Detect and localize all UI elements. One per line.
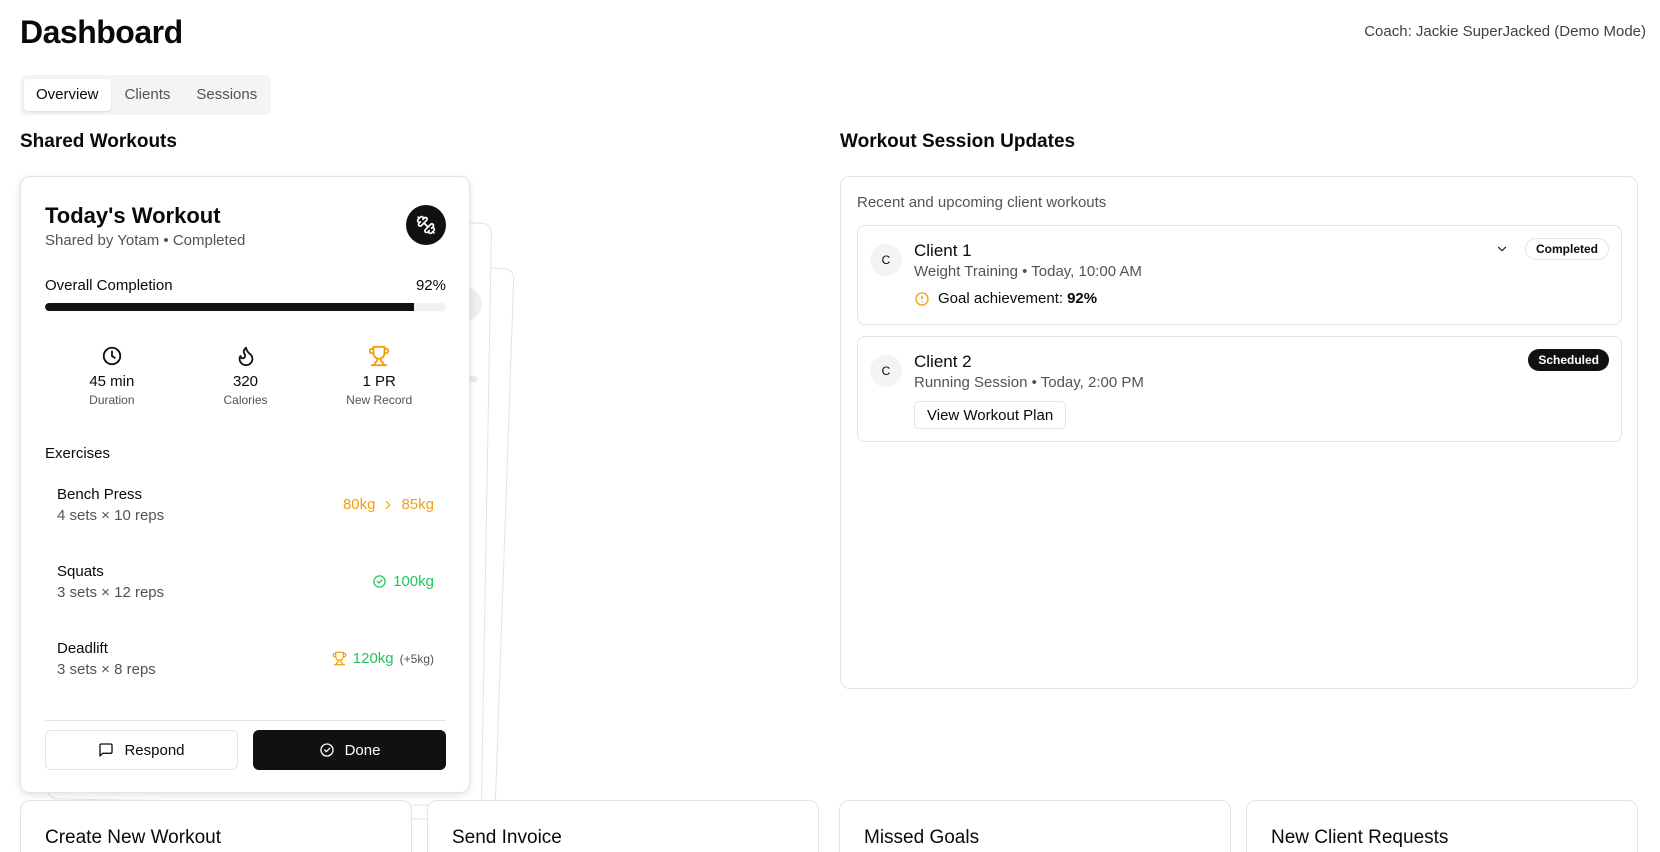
stat-duration-value: 45 min: [89, 373, 135, 390]
check-circle-icon: [319, 743, 334, 757]
workout-subtitle: Shared by Yotam • Completed: [45, 232, 246, 249]
message-square-icon: [99, 743, 114, 757]
missed-goals-label: Missed Goals: [864, 827, 980, 848]
exercise-row[interactable]: Deadlift 3 sets × 8 reps 120kg (+5kg): [45, 636, 446, 692]
stat-duration: 45 min Duration: [45, 345, 179, 407]
exercise-progress: 100kg: [372, 573, 434, 590]
avatar: C: [870, 244, 902, 276]
stat-record-label: New Record: [346, 393, 413, 407]
check-circle-icon: [373, 575, 386, 588]
chevron-down-icon[interactable]: [1493, 240, 1511, 258]
stat-calories-label: Calories: [223, 393, 268, 407]
new-client-requests-card[interactable]: New Client Requests: [1246, 800, 1638, 852]
avatar: C: [870, 355, 902, 387]
goal-achievement: Goal achievement: 92%: [914, 290, 1097, 307]
exercise-progress: 120kg (+5kg): [332, 650, 434, 667]
client-name: Client 2: [914, 352, 972, 371]
workout-card: Today's Workout Shared by Yotam • Comple…: [20, 176, 470, 793]
send-invoice-label: Send Invoice: [452, 827, 562, 848]
create-workout-label: Create New Workout: [45, 827, 221, 848]
shared-workouts-title: Shared Workouts: [20, 131, 177, 152]
exercise-name: Deadlift: [57, 640, 108, 657]
create-workout-card[interactable]: Create New Workout: [20, 800, 412, 852]
chevron-right-icon: [386, 500, 391, 509]
clock-icon: [102, 346, 121, 366]
exercise-progress: 80kg 85kg: [343, 496, 434, 513]
exercises-label: Exercises: [45, 445, 111, 462]
client-name: Client 1: [914, 241, 972, 260]
goal-value: 92%: [1067, 290, 1098, 307]
goal-label: Goal achievement:: [938, 290, 1064, 307]
workout-stats: 45 min Duration 320 Calories 1 PR New Re…: [45, 345, 446, 407]
stat-calories: 320 Calories: [179, 345, 313, 407]
exercise-name: Bench Press: [57, 486, 143, 503]
done-button-label: Done: [344, 741, 381, 759]
session-updates-title: Workout Session Updates: [840, 131, 1076, 152]
completion-label: Overall Completion: [45, 277, 173, 294]
exercise-name: Squats: [57, 563, 104, 580]
tab-bar: Overview Clients Sessions: [20, 75, 271, 115]
stat-record-value: 1 PR: [362, 373, 396, 390]
exercise-to-weight: 85kg: [401, 496, 434, 513]
exercise-weight: 120kg: [352, 650, 394, 667]
session-detail: Weight Training • Today, 10:00 AM: [914, 263, 1142, 280]
exercise-detail: 3 sets × 8 reps: [57, 661, 156, 678]
send-invoice-card[interactable]: Send Invoice: [427, 800, 819, 852]
flame-icon: [238, 346, 253, 367]
respond-button[interactable]: Respond: [45, 730, 238, 770]
exercise-detail: 4 sets × 10 reps: [57, 507, 165, 524]
session-updates-description: Recent and upcoming client workouts: [857, 194, 1107, 211]
missed-goals-card[interactable]: Missed Goals: [839, 800, 1231, 852]
stat-record: 1 PR New Record: [312, 345, 446, 407]
respond-button-label: Respond: [124, 741, 185, 759]
tab-clients[interactable]: Clients: [113, 79, 183, 111]
exercise-row[interactable]: Squats 3 sets × 12 reps 100kg: [45, 559, 446, 615]
workout-title: Today's Workout: [45, 203, 221, 228]
tab-overview[interactable]: Overview: [24, 79, 111, 111]
new-client-requests-label: New Client Requests: [1271, 827, 1449, 848]
session-item[interactable]: C Client 2 Running Session • Today, 2:00…: [857, 336, 1622, 442]
session-detail: Running Session • Today, 2:00 PM: [914, 374, 1144, 391]
exercise-weight: 100kg: [393, 573, 434, 590]
status-badge: Completed: [1524, 238, 1609, 260]
card-divider: [45, 720, 446, 721]
exercise-row[interactable]: Bench Press 4 sets × 10 reps 80kg 85kg: [45, 482, 446, 538]
exercise-from-weight: 80kg: [342, 496, 376, 513]
alert-circle-icon: [915, 291, 929, 306]
trophy-icon: [369, 345, 390, 367]
session-item[interactable]: C Client 1 Weight Training • Today, 10:0…: [857, 225, 1622, 325]
completion-value: 92%: [415, 277, 446, 294]
tab-sessions[interactable]: Sessions: [184, 79, 269, 111]
view-workout-plan-button[interactable]: View Workout Plan: [914, 401, 1067, 429]
coach-label: Coach: Jackie SuperJacked (Demo Mode): [1364, 23, 1646, 40]
stat-calories-value: 320: [232, 373, 259, 390]
stat-duration-label: Duration: [89, 393, 135, 407]
done-button[interactable]: Done: [253, 730, 446, 770]
exercise-detail: 3 sets × 12 reps: [57, 584, 165, 601]
page-title: Dashboard: [20, 14, 183, 50]
dumbbell-icon[interactable]: [406, 205, 446, 245]
completion-progress-fill: [45, 303, 414, 311]
session-updates-panel: Recent and upcoming client workouts C Cl…: [840, 176, 1638, 689]
exercise-weight-increase: (+5kg): [399, 651, 434, 666]
trophy-icon: [332, 651, 347, 666]
completion-progress-bar: [45, 303, 446, 311]
status-badge: Scheduled: [1528, 349, 1609, 371]
